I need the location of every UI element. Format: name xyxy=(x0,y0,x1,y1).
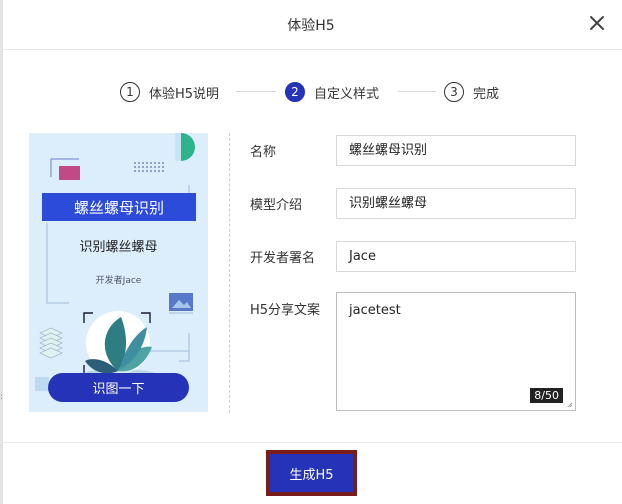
developer-label: 开发者署名 xyxy=(250,251,316,266)
step-indicator: 1 体验H5说明 2 自定义样式 3 完成 xyxy=(0,80,622,104)
step-3: 3 完成 xyxy=(444,80,499,104)
name-input[interactable]: 螺丝螺母识别 xyxy=(336,135,576,166)
preview-title: 螺丝螺母识别 xyxy=(73,198,164,217)
step-1: 1 体验H5说明 xyxy=(120,80,219,104)
share-text-value: jacetest xyxy=(349,303,401,318)
step-2-label: 自定义样式 xyxy=(314,86,380,102)
resize-handle-icon[interactable] xyxy=(567,402,573,408)
share-text-label: H5分享文案 xyxy=(250,303,321,318)
preview-subtitle: 识别螺丝螺母 xyxy=(79,240,158,255)
step-2-number: 2 xyxy=(285,82,305,102)
preview-recognize-button: 识图一下 xyxy=(48,373,189,402)
preview-title-banner: 螺丝螺母识别 xyxy=(42,193,196,221)
step-3-label: 完成 xyxy=(473,86,500,102)
dialog-title: 体验H5 xyxy=(287,18,335,34)
preview-developer: 开发者Jace xyxy=(95,276,142,286)
dialog-header: 体验H5 xyxy=(0,0,622,50)
step-2: 2 自定义样式 xyxy=(285,80,379,104)
char-counter: 8/50 xyxy=(530,388,563,403)
h5-preview: 螺丝螺母识别 识别螺丝螺母 开发者Jace 识图一下 xyxy=(29,133,208,412)
generate-h5-button[interactable]: 生成H5 xyxy=(270,454,353,492)
step-connector xyxy=(398,91,436,92)
intro-label: 模型介绍 xyxy=(250,198,303,213)
step-1-label: 体验H5说明 xyxy=(149,86,220,102)
background-glyph: : xyxy=(0,392,4,402)
preview-divider xyxy=(229,133,230,413)
step-1-number: 1 xyxy=(120,82,140,102)
footer-divider xyxy=(0,442,622,443)
intro-input[interactable]: 识别螺丝螺母 xyxy=(336,188,576,219)
step-3-number: 3 xyxy=(444,82,464,102)
name-label: 名称 xyxy=(250,145,277,160)
share-text-textarea[interactable]: jacetest 8/50 xyxy=(336,292,576,411)
background-edge xyxy=(0,0,3,504)
experience-h5-dialog: : 体验H5 1 体验H5说明 2 自定义样式 3 完成 螺丝螺母识别 识别螺丝… xyxy=(0,0,622,504)
close-icon[interactable] xyxy=(587,12,607,34)
preview-recognize-label: 识图一下 xyxy=(92,382,145,397)
developer-input[interactable]: Jace xyxy=(336,241,576,272)
step-connector xyxy=(236,91,276,92)
